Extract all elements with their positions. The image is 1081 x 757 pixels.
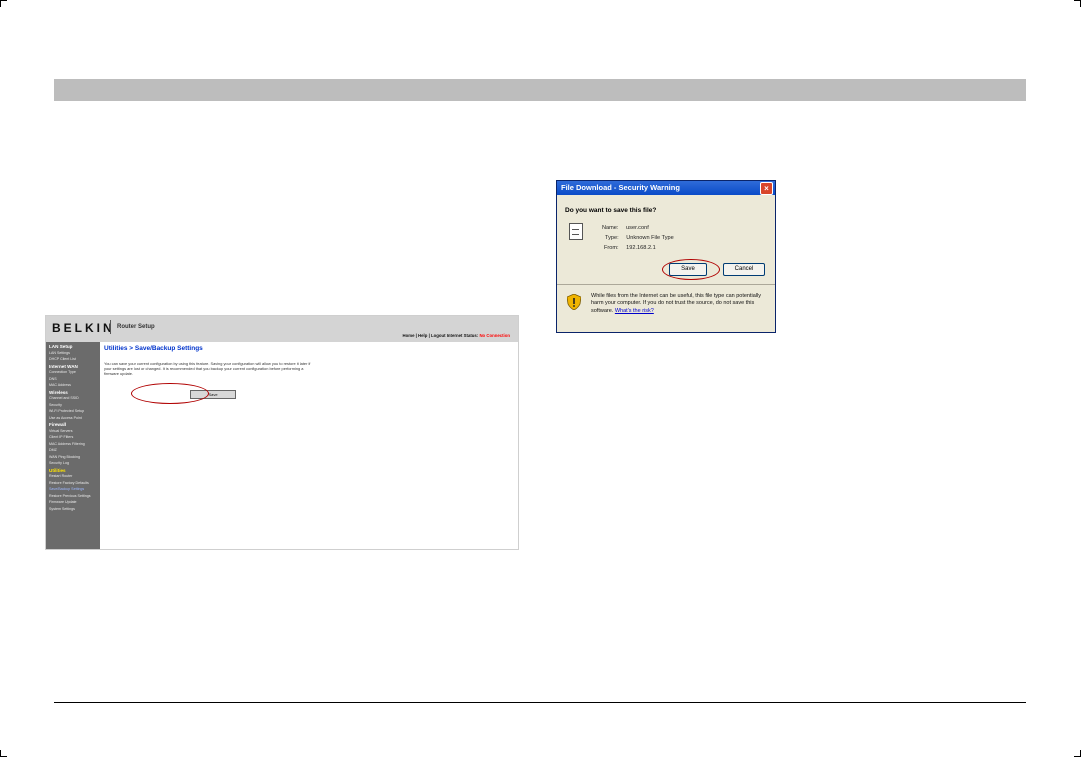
status-links[interactable]: Home | Help | Logout Internet Status: (403, 333, 479, 338)
sidebar-item[interactable]: System Settings (49, 507, 75, 511)
close-icon[interactable]: × (760, 182, 773, 195)
header-bar (54, 79, 1026, 101)
from-label: From: (604, 245, 619, 251)
logo-divider (110, 320, 111, 334)
from-row: From: 192.168.2.1 (604, 245, 656, 251)
sidebar-item: Utilities (49, 467, 66, 473)
sidebar-item[interactable]: Save/Backup Settings (49, 487, 84, 491)
sidebar-item[interactable]: WAN Ping Blocking (49, 455, 80, 459)
file-download-dialog: File Download - Security Warning × Do yo… (556, 180, 776, 333)
sidebar-item[interactable]: MAC Address (49, 383, 71, 387)
sidebar-item[interactable]: Connection Type (49, 370, 76, 374)
dialog-titlebar: File Download - Security Warning × (557, 181, 775, 195)
page-title: Utilities > Save/Backup Settings (104, 345, 203, 352)
sidebar-item[interactable]: Security Log (49, 461, 69, 465)
sidebar-item[interactable]: DHCP Client List (49, 357, 76, 361)
risk-link[interactable]: What's the risk? (615, 308, 654, 314)
type-label: Type: (605, 235, 619, 241)
sidebar-item[interactable]: Restore Factory Defaults (49, 481, 89, 485)
save-highlight-ellipse (131, 383, 209, 404)
router-main: Utilities > Save/Backup Settings You can… (100, 342, 518, 549)
sidebar-item[interactable]: Channel and SSID (49, 396, 79, 400)
router-setup-label: Router Setup (117, 324, 155, 330)
sidebar-item: LAN Setup (49, 344, 73, 349)
router-sidebar: LAN Setup LAN Settings DHCP Client List Int… (46, 342, 100, 549)
sidebar-item[interactable]: LAN Settings (49, 351, 70, 355)
sidebar-item[interactable]: Restore Previous Settings (49, 494, 91, 498)
dialog-title: File Download - Security Warning (561, 183, 680, 192)
type-value: Unknown File Type (626, 235, 674, 241)
sidebar-item[interactable]: MAC Address Filtering (49, 442, 85, 446)
sidebar-item[interactable]: Wi-Fi Protected Setup (49, 409, 84, 413)
sidebar-item[interactable]: DMZ (49, 448, 57, 452)
sidebar-item[interactable]: Firmware Update (49, 500, 77, 504)
shield-warning-icon (567, 294, 581, 310)
page-description: You can save your current configuration … (104, 361, 311, 376)
crop-mark (0, 750, 7, 757)
save-highlight-ellipse (662, 259, 720, 280)
router-header: BELKIN Router Setup Home | Help | Logout… (46, 316, 518, 342)
sidebar-item: Internet WAN (49, 363, 78, 369)
dialog-separator (557, 284, 775, 285)
sidebar-item[interactable]: Restart Router (49, 474, 72, 478)
crop-mark (0, 0, 7, 7)
crop-mark (1074, 750, 1081, 757)
connection-status-value: No Connection (479, 333, 510, 338)
sidebar-item: Wireless (49, 389, 68, 395)
sidebar-item[interactable]: DNS (49, 377, 57, 381)
name-row: Name: user.conf (602, 225, 649, 231)
file-icon (569, 223, 583, 240)
name-value: user.conf (626, 225, 649, 231)
sidebar-item[interactable]: Virtual Servers (49, 429, 73, 433)
footer-rule (54, 702, 1026, 703)
internet-status: Home | Help | Logout Internet Status: No… (403, 333, 510, 338)
belkin-logo: BELKIN (52, 321, 115, 335)
sidebar-item[interactable]: Client IP Filters (49, 435, 73, 439)
sidebar-item: Firewall (49, 422, 67, 427)
crop-mark (1074, 0, 1081, 7)
sidebar-item[interactable]: Security (49, 403, 62, 407)
dialog-cancel-button[interactable]: Cancel (723, 263, 765, 276)
router-setup-screenshot: BELKIN Router Setup Home | Help | Logout… (45, 315, 519, 550)
sidebar-item[interactable]: Use as Access Point (49, 416, 82, 420)
warning-message: While files from the Internet can be use… (591, 293, 771, 315)
dialog-question: Do you want to save this file? (565, 207, 657, 214)
name-label: Name: (602, 225, 619, 231)
type-row: Type: Unknown File Type (605, 235, 674, 241)
from-value: 192.168.2.1 (626, 245, 656, 251)
